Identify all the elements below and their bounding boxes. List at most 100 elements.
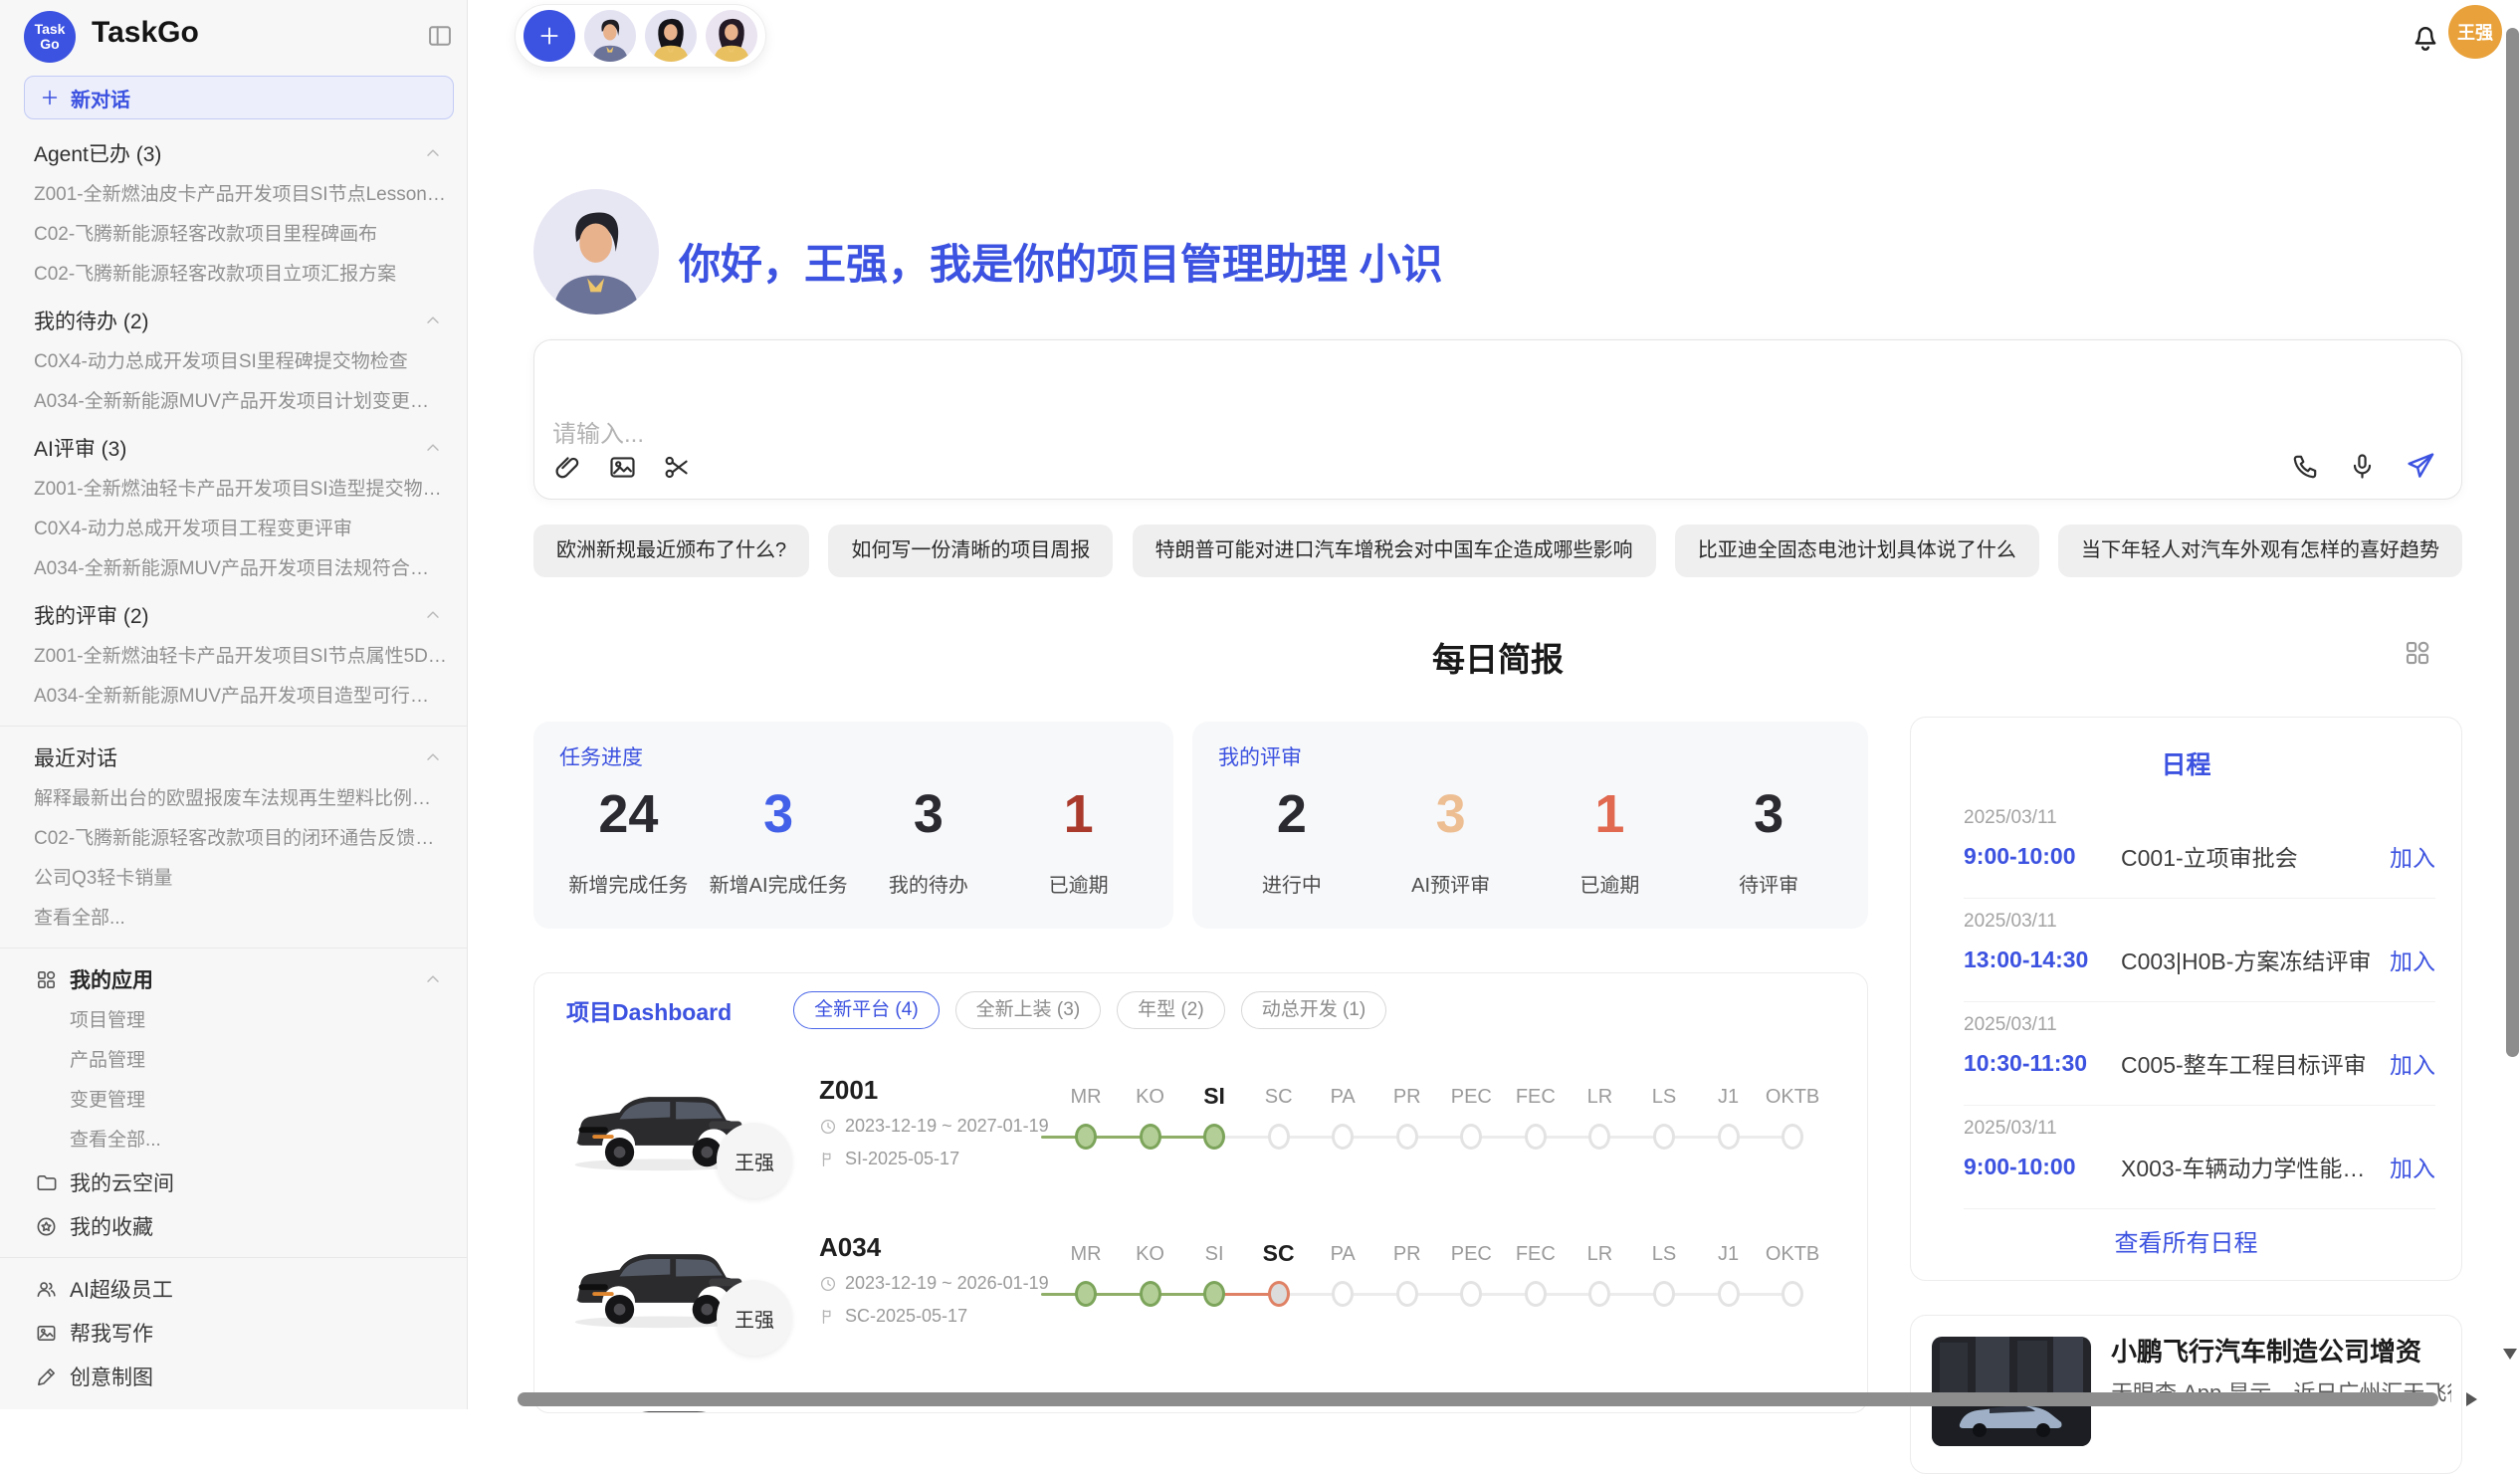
recent-chat-item[interactable]: 解释最新出台的欧盟报废车法规再生塑料比例被调至15%... [0, 779, 467, 819]
milestone-date-text: SI-2025-05-17 [845, 1149, 959, 1169]
sidebar-task-item[interactable]: C0X4-动力总成开发项目SI里程碑提交物检查 [0, 342, 467, 382]
join-meeting-link[interactable]: 加入 [2390, 943, 2435, 976]
sidebar-task-item[interactable]: C02-飞腾新能源轻客改款项目里程碑画布 [0, 215, 467, 255]
suggestion-chip[interactable]: 比亚迪全固态电池计划具体说了什么 [1675, 525, 2039, 577]
stat-block: 3新增AI完成任务 [704, 787, 854, 898]
folder-icon [35, 1171, 58, 1194]
recent-chat-item[interactable]: C02-飞腾新能源轻客改款项目的闭环通告反馈情况 [0, 819, 467, 859]
briefing-layout-icon[interactable] [2403, 638, 2432, 668]
dashboard-title: 项目Dashboard [566, 993, 732, 1027]
sidebar-section-recent-chats[interactable]: 最近对话 [0, 736, 467, 779]
chat-input[interactable]: 请输入... [533, 339, 2462, 500]
dashboard-filter-tab[interactable]: 年型 (2) [1117, 991, 1225, 1029]
sidebar-task-item[interactable]: C0X4-动力总成开发项目工程变更评审 [0, 510, 467, 549]
member-avatar-3[interactable] [706, 10, 757, 62]
sidebar-item-help-writing[interactable]: 帮我写作 [0, 1311, 467, 1355]
voice-call-icon[interactable] [2290, 451, 2321, 482]
screenshot-icon[interactable] [662, 452, 693, 483]
sidebar-task-item[interactable]: Z001-全新燃油轻卡产品开发项目SI造型提交物评审 [0, 470, 467, 510]
apps-view-all[interactable]: 查看全部... [0, 1121, 467, 1160]
dashboard-filter-tab[interactable]: 全新上装 (3) [955, 991, 1102, 1029]
new-chat-label: 新对话 [71, 84, 130, 112]
app-shortcut-item[interactable]: 项目管理 [0, 1001, 467, 1041]
milestone-dot [1782, 1124, 1803, 1150]
send-icon[interactable] [2404, 449, 2437, 483]
microphone-icon[interactable] [2347, 451, 2378, 482]
join-meeting-link[interactable]: 加入 [2390, 839, 2435, 873]
suggestion-chip[interactable]: 欧洲新规最近颁布了什么? [533, 525, 809, 577]
stat-value: 2 [1212, 787, 1371, 841]
date-range-text: 2023-12-19 ~ 2027-01-19 [845, 1116, 1049, 1137]
sidebar-section-header[interactable]: 我的待办 (2) [0, 299, 467, 342]
suggestion-chip[interactable]: 如何写一份清晰的项目周报 [828, 525, 1113, 577]
user-avatar[interactable]: 王强 [2448, 5, 2502, 59]
scroll-down-arrow[interactable] [2503, 1349, 2517, 1360]
suggestion-chip[interactable]: 当下年轻人对汽车外观有怎样的喜好趋势 [2058, 525, 2462, 577]
notification-bell-icon[interactable] [2409, 20, 2442, 54]
chevron-up-icon [423, 605, 443, 625]
sidebar-task-item[interactable]: C02-飞腾新能源轻客改款项目立项汇报方案 [0, 255, 467, 295]
sidebar-task-item[interactable]: A034-全新新能源MUV产品开发项目法规符合性评审 [0, 549, 467, 589]
horizontal-scrollbar[interactable] [518, 1392, 2438, 1406]
sidebar-task-item[interactable]: A034-全新新能源MUV产品开发项目计划变更表编写 [0, 382, 467, 422]
my-apps-label: 我的应用 [70, 964, 153, 994]
sidebar-item-favorites[interactable]: 我的收藏 [0, 1204, 467, 1248]
sidebar-task-item[interactable]: A034-全新新能源MUV产品开发项目造型可行性评审 [0, 677, 467, 717]
app-shortcut-item[interactable]: 产品管理 [0, 1041, 467, 1081]
app-shortcut-item[interactable]: 变更管理 [0, 1081, 467, 1121]
recent-chat-item[interactable]: 公司Q3轻卡销量 [0, 859, 467, 899]
event-title: C005-整车工程目标评审 [2121, 1046, 2376, 1080]
add-session-button[interactable] [524, 10, 575, 62]
image-upload-icon[interactable] [607, 452, 638, 483]
project-owner-badge: 王强 [717, 1280, 792, 1356]
event-title: X003-车辆动力学性能验... [2121, 1150, 2376, 1183]
sidebar-item-my-apps[interactable]: 我的应用 [0, 957, 467, 1001]
milestone-dot [1075, 1281, 1097, 1307]
assistant-avatar [533, 189, 659, 315]
new-chat-button[interactable]: 新对话 [24, 76, 454, 119]
join-meeting-link[interactable]: 加入 [2390, 1150, 2435, 1183]
sidebar-item-cloud-space[interactable]: 我的云空间 [0, 1160, 467, 1204]
date-range-text: 2023-12-19 ~ 2026-01-19 [845, 1273, 1049, 1294]
event-time: 9:00-10:00 [1964, 1154, 2121, 1180]
sidebar-section-header[interactable]: AI评审 (3) [0, 426, 467, 470]
vertical-scrollbar[interactable] [2506, 28, 2519, 1057]
plus-icon [39, 87, 61, 108]
scroll-right-arrow[interactable] [2466, 1392, 2477, 1406]
milestone-dot [1203, 1124, 1225, 1150]
attachment-icon[interactable] [552, 452, 583, 483]
project-row[interactable]: 王强A0342023-12-19 ~ 2026-01-19SC-2025-05-… [534, 1210, 1867, 1368]
divider [0, 1257, 467, 1258]
milestone-dot [1332, 1124, 1354, 1150]
sidebar-section-header[interactable]: Agent已办 (3) [0, 131, 467, 175]
member-avatar-2[interactable] [645, 10, 697, 62]
suggestion-chip[interactable]: 特朗普可能对进口汽车增税会对中国车企造成哪些影响 [1133, 525, 1656, 577]
project-next-milestone: SI-2025-05-17 [819, 1149, 959, 1169]
dashboard-filter-tab[interactable]: 动总开发 (1) [1241, 991, 1387, 1029]
milestone-track-done [1041, 1293, 1214, 1296]
milestone-dot [1653, 1281, 1675, 1307]
recent-chats-view-all[interactable]: 查看全部... [0, 899, 467, 939]
logo-line-2: Go [40, 37, 59, 52]
stat-block: 24新增完成任务 [553, 787, 704, 898]
sidebar-section-header[interactable]: 我的评审 (2) [0, 593, 467, 637]
stat-block: 3AI预评审 [1371, 787, 1531, 898]
stat-block: 3待评审 [1689, 787, 1848, 898]
users-icon [35, 1278, 58, 1301]
chevron-up-icon [423, 747, 443, 767]
member-avatar-1[interactable] [584, 10, 636, 62]
sidebar-task-item[interactable]: Z001-全新燃油轻卡产品开发项目SI节点属性5D文件评审 [0, 637, 467, 677]
sidebar-task-item[interactable]: Z001-全新燃油皮卡产品开发项目SI节点Lesson Learn报告 [0, 175, 467, 215]
dashboard-filter-tab[interactable]: 全新平台 (4) [793, 991, 940, 1029]
sidebar-item-creative-drawing[interactable]: 创意制图 [0, 1355, 467, 1398]
milestone-dot [1653, 1124, 1675, 1150]
sidebar-item-ai-employee[interactable]: AI超级员工 [0, 1267, 467, 1311]
sidebar-collapse-icon[interactable] [426, 22, 454, 50]
card-title: 我的评审 [1218, 741, 1302, 771]
join-meeting-link[interactable]: 加入 [2390, 1046, 2435, 1080]
section-label: 最近对话 [34, 742, 117, 772]
project-row[interactable]: 王强Z0012023-12-19 ~ 2027-01-19SI-2025-05-… [534, 1053, 1867, 1210]
view-all-schedule-link[interactable]: 查看所有日程 [1911, 1223, 2461, 1258]
milestone-dot [1396, 1281, 1418, 1307]
milestone-dot [1075, 1124, 1097, 1150]
